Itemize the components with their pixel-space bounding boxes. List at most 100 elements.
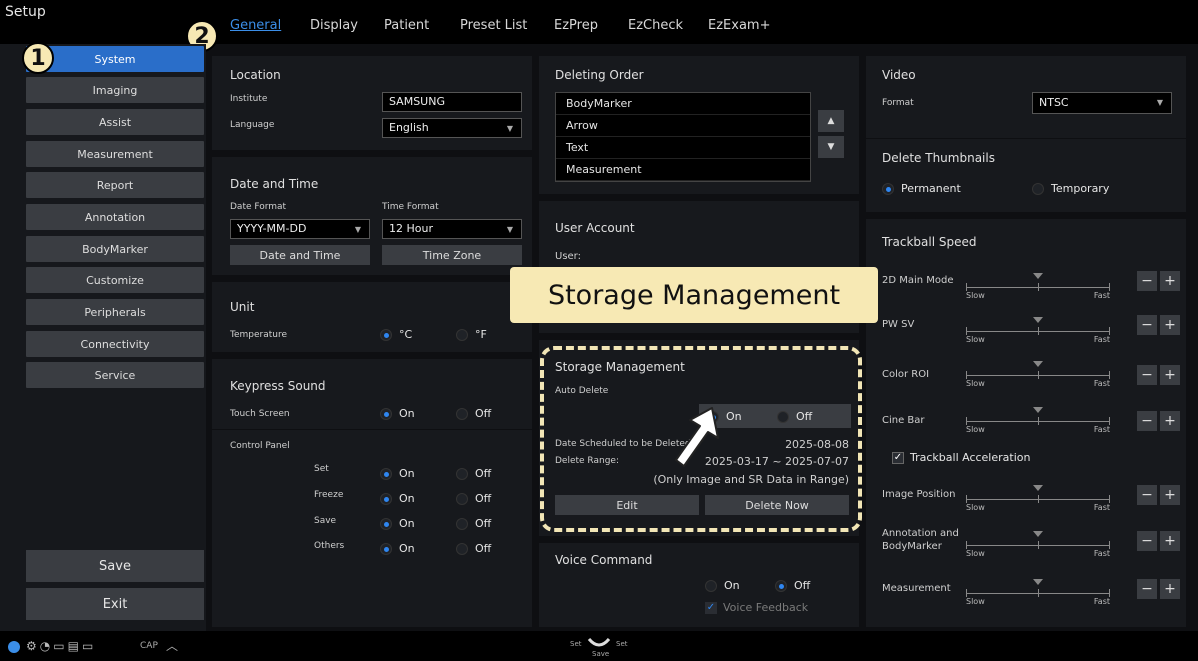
decrease-button[interactable]: −: [1137, 579, 1157, 599]
increase-button[interactable]: +: [1160, 485, 1180, 505]
radio-icon: [1032, 182, 1044, 195]
sidebar-item-service[interactable]: Service: [26, 362, 204, 388]
freeze-off-radio[interactable]: Off: [456, 492, 491, 505]
fast-label: Fast: [1093, 549, 1110, 558]
slider-handle-icon[interactable]: [1033, 273, 1043, 279]
decrease-button[interactable]: −: [1137, 485, 1157, 505]
decrease-button[interactable]: −: [1137, 411, 1157, 431]
date-format-select[interactable]: YYYY-MM-DD ▼: [230, 219, 370, 239]
decrease-button[interactable]: −: [1137, 315, 1157, 335]
permanent-radio[interactable]: Permanent: [882, 182, 961, 195]
touch-screen-off-radio[interactable]: Off: [456, 407, 491, 420]
tab-ezprep[interactable]: EzPrep: [554, 18, 598, 33]
move-down-button[interactable]: ▼: [818, 136, 844, 158]
radio-selected-icon: [380, 328, 392, 341]
others-on-radio[interactable]: On: [380, 542, 415, 555]
touch-screen-label: Touch Screen: [230, 409, 290, 419]
trackball-acceleration-label: Trackball Acceleration: [910, 451, 1031, 464]
increase-button[interactable]: +: [1160, 411, 1180, 431]
list-item[interactable]: Text: [556, 137, 810, 159]
freeze-on-radio[interactable]: On: [380, 492, 415, 505]
slider-handle-icon[interactable]: [1033, 485, 1043, 491]
celsius-radio[interactable]: °C: [380, 328, 412, 341]
sidebar-item-imaging[interactable]: Imaging: [26, 77, 204, 103]
sidebar-item-annotation[interactable]: Annotation: [26, 204, 204, 230]
list-item[interactable]: BodyMarker: [556, 93, 810, 115]
freeze-label: Freeze: [314, 490, 344, 500]
storage-icon: ▭: [53, 639, 68, 653]
institute-field[interactable]: SAMSUNG: [382, 92, 522, 112]
save-button[interactable]: Save: [26, 550, 204, 582]
tab-general[interactable]: General: [230, 18, 281, 33]
slider-handle-icon[interactable]: [1033, 361, 1043, 367]
speed-slider[interactable]: Slow Fast: [966, 485, 1110, 513]
on-label: On: [399, 492, 415, 505]
chevron-up-icon[interactable]: ︿: [166, 637, 178, 654]
temporary-label: Temporary: [1051, 182, 1110, 195]
slider-handle-icon[interactable]: [1033, 579, 1043, 585]
sidebar-item-report[interactable]: Report: [26, 172, 204, 198]
fast-label: Fast: [1093, 425, 1110, 434]
save-off-radio[interactable]: Off: [456, 517, 491, 530]
voice-off-radio[interactable]: Off: [775, 579, 810, 592]
slider-handle-icon[interactable]: [1033, 407, 1043, 413]
sidebar-item-assist[interactable]: Assist: [26, 109, 204, 135]
decrease-button[interactable]: −: [1137, 271, 1157, 291]
tab-preset-list[interactable]: Preset List: [460, 18, 527, 33]
decrease-button[interactable]: −: [1137, 531, 1157, 551]
sidebar-item-measurement[interactable]: Measurement: [26, 141, 204, 167]
voice-feedback-checkbox[interactable]: ✓ Voice Feedback: [705, 601, 808, 614]
tab-ezexam[interactable]: EzExam+: [708, 18, 770, 33]
time-format-label: Time Format: [382, 202, 439, 212]
slider-handle-icon[interactable]: [1033, 531, 1043, 537]
decrease-button[interactable]: −: [1137, 365, 1157, 385]
unit-title: Unit: [230, 300, 255, 314]
set-on-radio[interactable]: On: [380, 467, 415, 480]
user-label: User:: [555, 251, 581, 262]
on-label: On: [399, 517, 415, 530]
date-and-time-button[interactable]: Date and Time: [230, 245, 370, 265]
others-off-radio[interactable]: Off: [456, 542, 491, 555]
trackball-acceleration-checkbox[interactable]: ✓ Trackball Acceleration: [892, 451, 1030, 464]
permanent-label: Permanent: [901, 182, 961, 195]
save-on-radio[interactable]: On: [380, 517, 415, 530]
temporary-radio[interactable]: Temporary: [1032, 182, 1109, 195]
increase-button[interactable]: +: [1160, 531, 1180, 551]
list-item[interactable]: Measurement: [556, 159, 810, 181]
increase-button[interactable]: +: [1160, 365, 1180, 385]
on-label: On: [399, 542, 415, 555]
tab-display[interactable]: Display: [310, 18, 358, 33]
sidebar-item-bodymarker[interactable]: BodyMarker: [26, 236, 204, 262]
exit-button[interactable]: Exit: [26, 588, 204, 620]
sidebar-item-connectivity[interactable]: Connectivity: [26, 331, 204, 357]
set-off-radio[interactable]: Off: [456, 467, 491, 480]
increase-button[interactable]: +: [1160, 315, 1180, 335]
language-select[interactable]: English ▼: [382, 118, 522, 138]
speed-slider[interactable]: Slow Fast: [966, 579, 1110, 607]
tab-patient[interactable]: Patient: [384, 18, 429, 33]
move-up-button[interactable]: ▲: [818, 110, 844, 132]
format-select[interactable]: NTSC ▼: [1032, 92, 1172, 114]
speed-slider[interactable]: Slow Fast: [966, 273, 1110, 301]
sidebar-item-peripherals[interactable]: Peripherals: [26, 299, 204, 325]
speed-slider[interactable]: Slow Fast: [966, 531, 1110, 559]
time-format-select[interactable]: 12 Hour ▼: [382, 219, 522, 239]
tab-ezcheck[interactable]: EzCheck: [628, 18, 683, 33]
time-zone-button[interactable]: Time Zone: [382, 245, 522, 265]
sidebar-item-customize[interactable]: Customize: [26, 267, 204, 293]
slider-handle-icon[interactable]: [1033, 317, 1043, 323]
touch-screen-on-radio[interactable]: On: [380, 407, 415, 420]
location-panel: Location Institute SAMSUNG Language Engl…: [212, 56, 532, 150]
increase-button[interactable]: +: [1160, 579, 1180, 599]
off-label: Off: [475, 467, 492, 480]
voice-on-radio[interactable]: On: [705, 579, 740, 592]
list-item[interactable]: Arrow: [556, 115, 810, 137]
trackball-title: Trackball Speed: [882, 235, 977, 249]
speed-slider[interactable]: Slow Fast: [966, 317, 1110, 345]
fahrenheit-radio[interactable]: °F: [456, 328, 487, 341]
radio-icon: [456, 328, 468, 341]
speed-slider[interactable]: Slow Fast: [966, 361, 1110, 389]
time-format-value: 12 Hour: [389, 222, 433, 235]
increase-button[interactable]: +: [1160, 271, 1180, 291]
speed-slider[interactable]: Slow Fast: [966, 407, 1110, 435]
